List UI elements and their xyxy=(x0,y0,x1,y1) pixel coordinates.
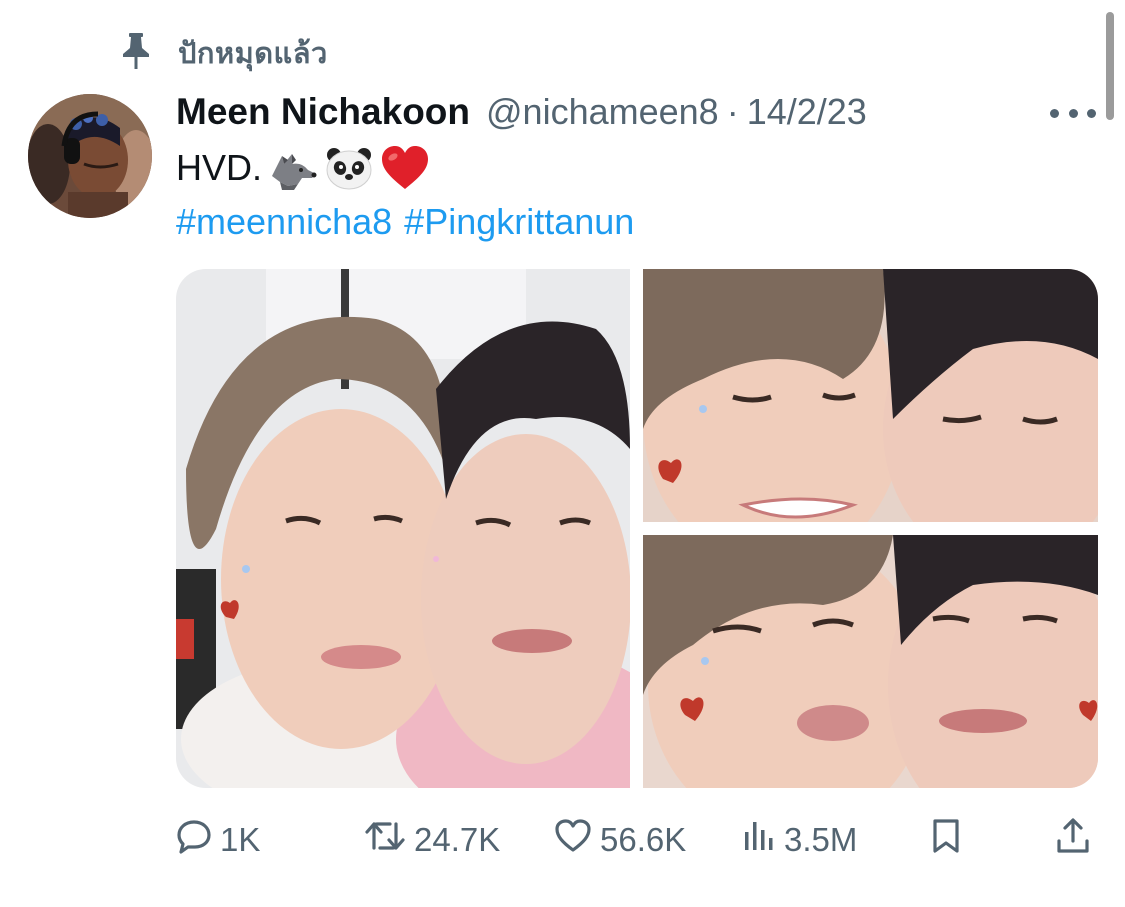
tweet-text: HVD. xyxy=(176,140,430,196)
share-button[interactable] xyxy=(1056,812,1090,868)
repost-button[interactable]: 24.7K xyxy=(364,812,500,868)
views-button[interactable]: 3.5M xyxy=(742,812,857,868)
repost-count: 24.7K xyxy=(414,821,501,858)
pin-icon xyxy=(122,32,150,74)
wolf-emoji xyxy=(268,146,318,190)
author-name[interactable]: Meen Nichakoon xyxy=(176,91,470,133)
photo-1[interactable] xyxy=(176,269,630,788)
tweet-text-content: HVD. xyxy=(176,147,263,188)
hashtags: #meennicha8 #Pingkrittanun xyxy=(176,196,634,248)
share-icon xyxy=(1056,817,1090,863)
views-icon xyxy=(742,818,776,862)
media-grid xyxy=(176,269,1098,788)
repost-icon xyxy=(364,818,406,862)
reply-count: 1K xyxy=(220,821,261,858)
bookmark-button[interactable] xyxy=(930,812,962,868)
header-separator: · xyxy=(726,91,739,132)
like-icon xyxy=(554,818,592,862)
views-count: 3.5M xyxy=(784,821,858,858)
reply-button[interactable]: 1K xyxy=(176,812,260,868)
like-count: 56.6K xyxy=(600,821,687,858)
pinned-indicator: ปักหมุดแล้ว xyxy=(122,28,328,78)
hashtag-link[interactable]: #Pingkrittanun xyxy=(404,201,634,243)
bookmark-icon xyxy=(930,817,962,863)
photo-3[interactable] xyxy=(643,535,1098,788)
tweet-date[interactable]: 14/2/23 xyxy=(747,91,867,133)
hashtag-link[interactable]: #meennicha8 xyxy=(176,201,392,243)
avatar[interactable] xyxy=(28,94,152,218)
like-button[interactable]: 56.6K xyxy=(554,812,686,868)
reply-icon xyxy=(176,818,212,862)
more-icon[interactable] xyxy=(1050,99,1096,127)
panda-emoji xyxy=(324,146,374,190)
tweet-header: Meen Nichakoon @nichameen8 · 14/2/23 xyxy=(176,85,867,139)
pinned-label: ปักหมุดแล้ว xyxy=(178,38,328,70)
scrollbar[interactable] xyxy=(1106,12,1114,120)
author-handle[interactable]: @nichameen8 xyxy=(486,91,719,133)
tweet-actions: 1K 24.7K 56.6K 3.5M xyxy=(176,812,1096,868)
photo-2[interactable] xyxy=(643,269,1098,522)
red-heart-emoji xyxy=(380,145,430,191)
